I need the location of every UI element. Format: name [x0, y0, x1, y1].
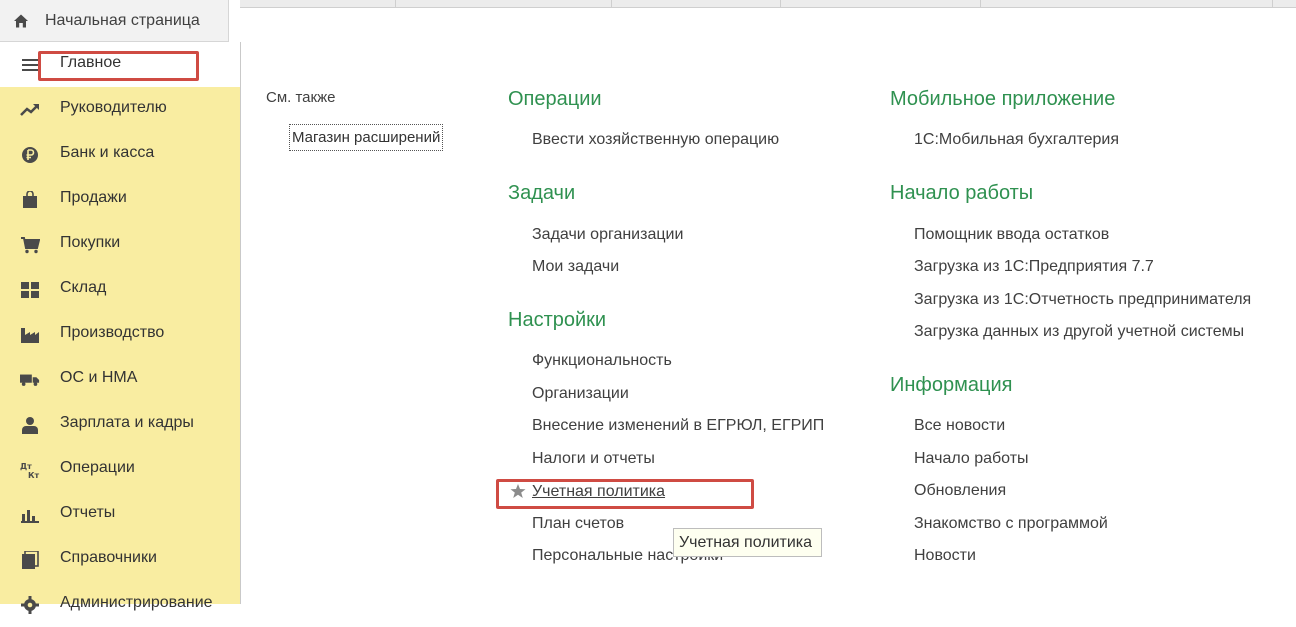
- cart-icon: [20, 235, 40, 255]
- debit-credit-icon: Дт Кт: [20, 460, 40, 480]
- sidebar-item-production[interactable]: Производство: [0, 312, 240, 357]
- section-title-operations: Операции: [508, 88, 602, 110]
- sidebar-item-label: Отчеты: [60, 504, 116, 521]
- link-mobile-accounting[interactable]: 1С:Мобильная бухгалтерия: [914, 131, 1119, 149]
- link-taxes-reports[interactable]: Налоги и отчеты: [532, 450, 655, 468]
- section-title-mobile: Мобильное приложение: [890, 88, 1116, 110]
- link-updates[interactable]: Обновления: [914, 482, 1006, 500]
- sidebar-item-label: Покупки: [60, 234, 121, 251]
- sidebar-item-fixed-assets[interactable]: ОС и НМА: [0, 357, 240, 402]
- sidebar-item-operations[interactable]: Дт Кт Операции: [0, 447, 240, 492]
- home-tab-label: Начальная страница: [45, 11, 200, 29]
- sidebar-item-sales[interactable]: Продажи: [0, 177, 240, 222]
- open-tabs-bar: [240, 0, 1296, 8]
- sidebar-item-label: Операции: [60, 459, 135, 476]
- link-functionality[interactable]: Функциональность: [532, 352, 672, 370]
- sidebar-item-label: Производство: [60, 324, 165, 341]
- section-title-settings: Настройки: [508, 309, 607, 331]
- sidebar-item-catalogs[interactable]: Справочники: [0, 537, 240, 582]
- sidebar-item-label: ОС и НМА: [60, 369, 138, 386]
- link-all-news[interactable]: Все новости: [914, 417, 1005, 435]
- bar-chart-icon: [20, 505, 40, 525]
- sidebar-item-label: Продажи: [60, 189, 127, 206]
- section-title-info: Информация: [890, 374, 1013, 396]
- sidebar-item-purchases[interactable]: Покупки: [0, 222, 240, 267]
- sidebar-item-payroll[interactable]: Зарплата и кадры: [0, 402, 240, 447]
- link-balance-wizard[interactable]: Помощник ввода остатков: [914, 226, 1109, 244]
- link-my-tasks[interactable]: Мои задачи: [532, 258, 619, 276]
- highlight-frame-main: [38, 51, 199, 81]
- link-import-entrepreneur[interactable]: Загрузка из 1С:Отчетность предпринимател…: [914, 291, 1251, 309]
- books-icon: [20, 550, 40, 570]
- section-title-tasks: Задачи: [508, 182, 576, 204]
- shopping-bag-icon: [20, 190, 40, 210]
- section-title-getting-started: Начало работы: [890, 182, 1034, 204]
- ruble-coin-icon: [20, 145, 40, 165]
- link-enter-operation[interactable]: Ввести хозяйственную операцию: [532, 131, 779, 149]
- tooltip: Учетная политика: [673, 528, 822, 557]
- highlight-frame-policy: [496, 479, 754, 509]
- sidebar-item-label: Справочники: [60, 549, 157, 566]
- sidebar-item-bank[interactable]: Банк и касса: [0, 132, 240, 177]
- svg-text:Дт: Дт: [20, 462, 32, 471]
- sidebar-item-label: Зарплата и кадры: [60, 414, 194, 431]
- tab-strip: Начальная страница: [0, 0, 1296, 42]
- sidebar-item-label: Склад: [60, 279, 107, 296]
- link-chart-of-accounts[interactable]: План счетов: [532, 515, 624, 533]
- sections-panel: Главное Руководителю Банк и касса Продаж…: [0, 42, 241, 614]
- home-icon: [14, 14, 28, 27]
- link-import-other-system[interactable]: Загрузка данных из другой учетной систем…: [914, 323, 1244, 341]
- trend-icon: [20, 100, 40, 120]
- sidebar-item-label: Банк и касса: [60, 144, 155, 161]
- link-org-tasks[interactable]: Задачи организации: [532, 226, 683, 244]
- see-also-title: См. также: [266, 89, 336, 106]
- sidebar-item-reports[interactable]: Отчеты: [0, 492, 240, 537]
- warehouse-grid-icon: [20, 280, 40, 300]
- extensions-store-button[interactable]: Магазин расширений: [289, 124, 444, 151]
- menu-lines-icon: [20, 55, 40, 75]
- sidebar-item-label: Администрирование: [60, 594, 213, 611]
- link-program-intro[interactable]: Знакомство с программой: [914, 515, 1108, 533]
- sidebar-item-label: Руководителю: [60, 99, 167, 116]
- home-tab[interactable]: Начальная страница: [0, 0, 229, 42]
- link-getting-started[interactable]: Начало работы: [914, 450, 1029, 468]
- link-egrul-changes[interactable]: Внесение изменений в ЕГРЮЛ, ЕГРИП: [532, 417, 824, 435]
- link-news[interactable]: Новости: [914, 547, 976, 565]
- svg-text:Кт: Кт: [28, 471, 40, 479]
- link-organizations[interactable]: Организации: [532, 385, 629, 403]
- factory-icon: [20, 325, 40, 345]
- sidebar-item-manager[interactable]: Руководителю: [0, 87, 240, 132]
- person-icon: [20, 415, 40, 435]
- gear-icon: [20, 595, 40, 615]
- sidebar-item-warehouse[interactable]: Склад: [0, 267, 240, 312]
- truck-icon: [20, 370, 40, 390]
- link-import-77[interactable]: Загрузка из 1С:Предприятия 7.7: [914, 258, 1154, 276]
- sidebar-item-administration[interactable]: Администрирование: [0, 582, 240, 627]
